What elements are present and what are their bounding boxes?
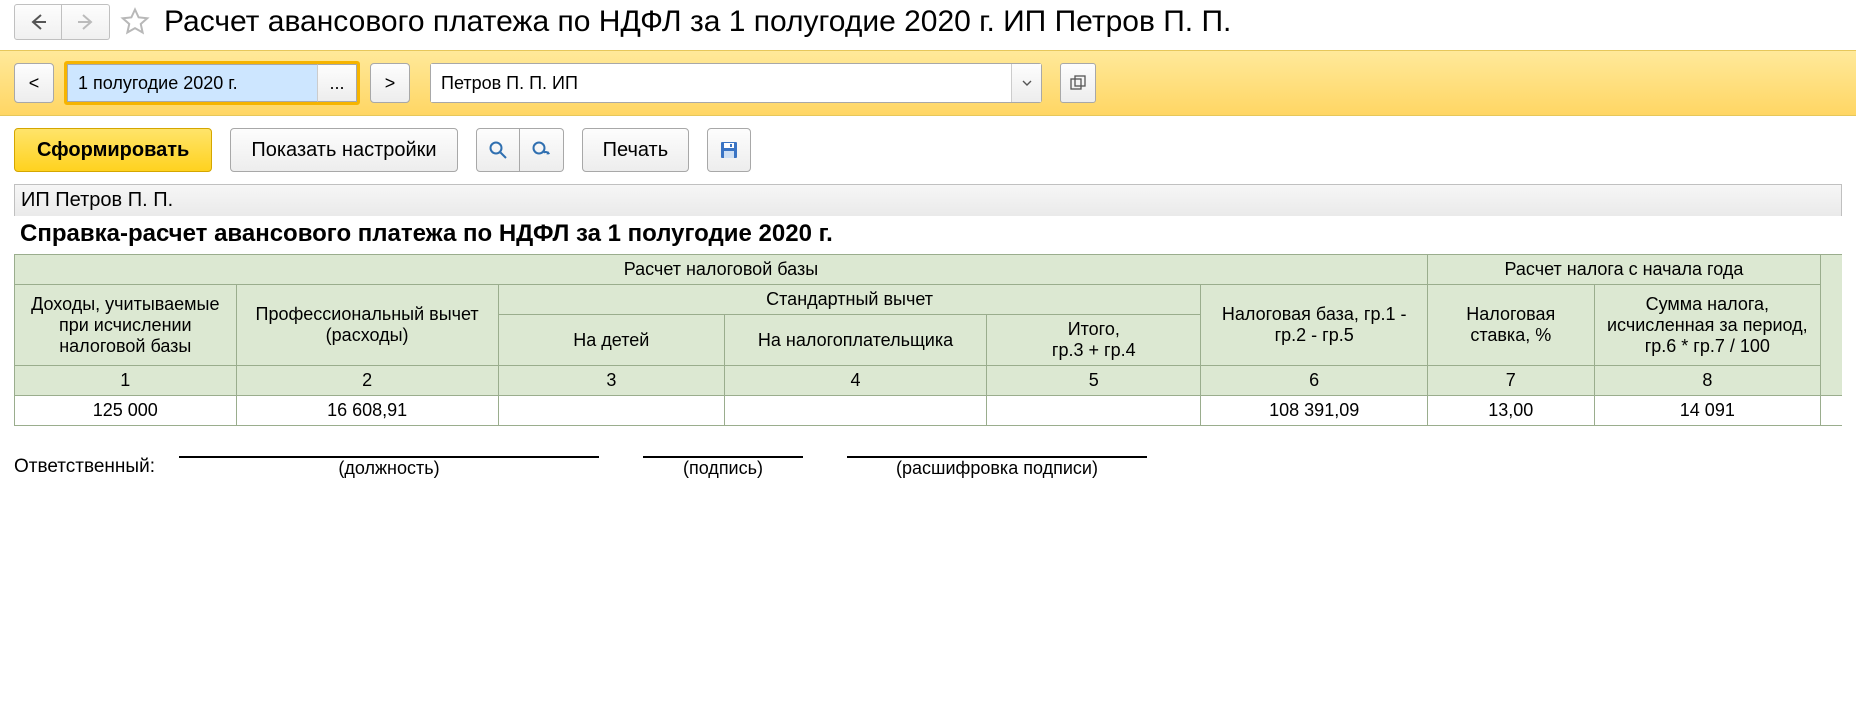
cell-2: 16 608,91 xyxy=(236,396,498,426)
entity-open-button[interactable] xyxy=(1060,63,1096,103)
group-header-base: Расчет налоговой базы xyxy=(15,255,1428,285)
cell-4 xyxy=(724,396,986,426)
cell-5 xyxy=(987,396,1201,426)
report-org-name: ИП Петров П. П. xyxy=(14,184,1842,216)
print-button[interactable]: Печать xyxy=(582,128,690,172)
col-header-6: Налоговая база, гр.1 - гр.2 - гр.5 xyxy=(1201,285,1427,366)
cutoff-col xyxy=(1820,255,1842,396)
col-header-1: Доходы, учитываемые при исчислении налог… xyxy=(15,285,237,366)
col-header-5: Итого, гр.3 + гр.4 xyxy=(987,315,1201,366)
generate-button[interactable]: Сформировать xyxy=(14,128,212,172)
period-picker-button[interactable]: ... xyxy=(317,64,357,102)
col-header-4: На налогоплательщика xyxy=(724,315,986,366)
sign-caption-fullname: (расшифровка подписи) xyxy=(896,458,1098,479)
action-toolbar: Сформировать Показать настройки Печать xyxy=(0,116,1856,184)
show-settings-button[interactable]: Показать настройки xyxy=(230,128,457,172)
cell-cutoff xyxy=(1820,396,1842,426)
colnum-2: 2 xyxy=(236,366,498,396)
search-redo-button[interactable] xyxy=(520,128,564,172)
group-header-tax: Расчет налога с начала года xyxy=(1427,255,1820,285)
filter-bar: < ... > xyxy=(0,50,1856,116)
col-header-2: Профессиональный вычет (расходы) xyxy=(236,285,498,366)
nav-back-button[interactable] xyxy=(14,4,62,40)
responsible-label: Ответственный: xyxy=(14,456,155,478)
report-title: Справка-расчет авансового платежа по НДФ… xyxy=(14,216,1842,254)
col-header-7: Налоговая ставка, % xyxy=(1427,285,1594,366)
search-button[interactable] xyxy=(476,128,520,172)
col-header-3: На детей xyxy=(498,315,724,366)
period-prev-button[interactable]: < xyxy=(14,63,54,103)
period-next-button[interactable]: > xyxy=(370,63,410,103)
page-title: Расчет авансового платежа по НДФЛ за 1 п… xyxy=(164,5,1231,39)
cell-6: 108 391,09 xyxy=(1201,396,1427,426)
cell-8: 14 091 xyxy=(1594,396,1820,426)
colnum-7: 7 xyxy=(1427,366,1594,396)
sign-caption-position: (должность) xyxy=(338,458,439,479)
colnum-1: 1 xyxy=(15,366,237,396)
entity-dropdown-button[interactable] xyxy=(1011,64,1041,102)
group-header-std-ded: Стандартный вычет xyxy=(498,285,1201,315)
favorite-star-icon[interactable] xyxy=(118,5,152,39)
cell-7: 13,00 xyxy=(1427,396,1594,426)
nav-forward-button[interactable] xyxy=(62,4,110,40)
colnum-3: 3 xyxy=(498,366,724,396)
save-button[interactable] xyxy=(707,128,751,172)
signature-area: Ответственный: (должность) (подпись) (ра… xyxy=(14,456,1842,479)
colnum-8: 8 xyxy=(1594,366,1820,396)
entity-field-wrap xyxy=(430,63,1042,103)
title-bar: Расчет авансового платежа по НДФЛ за 1 п… xyxy=(0,0,1856,50)
period-input[interactable] xyxy=(67,64,317,102)
colnum-6: 6 xyxy=(1201,366,1427,396)
period-field-wrap: ... xyxy=(64,61,360,105)
report-area: ИП Петров П. П. Справка-расчет авансовог… xyxy=(0,184,1856,493)
report-table: Расчет налоговой базы Расчет налога с на… xyxy=(14,254,1842,426)
data-row: 125 000 16 608,91 108 391,09 13,00 14 09… xyxy=(15,396,1843,426)
sign-caption-signature: (подпись) xyxy=(683,458,763,479)
col-header-8: Сумма налога, исчисленная за период, гр.… xyxy=(1594,285,1820,366)
cell-1: 125 000 xyxy=(15,396,237,426)
entity-input[interactable] xyxy=(431,64,1011,102)
colnum-4: 4 xyxy=(724,366,986,396)
colnum-5: 5 xyxy=(987,366,1201,396)
cell-3 xyxy=(498,396,724,426)
